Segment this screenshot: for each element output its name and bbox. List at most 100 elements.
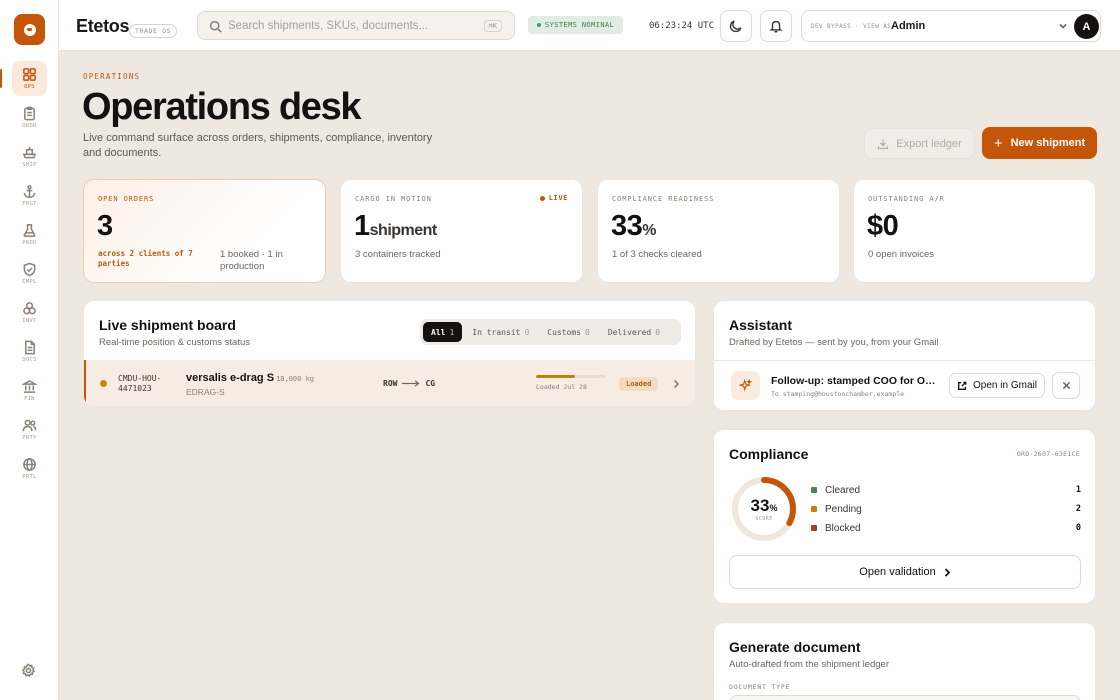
theme-toggle-button[interactable] (720, 10, 752, 42)
brand-logo[interactable] (14, 14, 45, 45)
open-validation-label: Open validation (859, 566, 936, 578)
chevron-right-icon (673, 379, 680, 389)
export-ledger-label: Export ledger (896, 137, 962, 150)
shipment-container-ref: CMDU-HOU-4471023 (118, 374, 162, 393)
legend-swatch (811, 525, 817, 531)
new-shipment-button[interactable]: + New shipment (982, 127, 1097, 159)
open-in-gmail-button[interactable]: Open in Gmail (949, 373, 1045, 398)
compliance-score-number: 33 (750, 496, 770, 515)
tab-in-transit[interactable]: In transit 0 (464, 322, 537, 342)
search-bar[interactable]: ⌘K (197, 11, 515, 40)
new-shipment-label: New shipment (1010, 137, 1086, 149)
ship-icon (22, 146, 37, 159)
kpi-outstanding-ar[interactable]: OUTSTANDING A/R $0 0 open invoices (853, 179, 1096, 283)
clipboard-icon (24, 106, 35, 121)
sidebar-item-shipments[interactable]: SHIP (12, 139, 47, 174)
tab-customs[interactable]: Customs 0 (539, 322, 598, 342)
shipment-progress-fill (536, 375, 575, 378)
kpi-label: COMPLIANCE READINESS (612, 195, 715, 203)
shipment-row[interactable]: CMDU-HOU-4471023 versalis e-drag S 18,000… (84, 360, 695, 406)
sidebar-item-compliance[interactable]: CMPL (12, 256, 47, 291)
shipment-sku-code: EDRAG-S (186, 387, 225, 397)
open-validation-button[interactable]: Open validation (729, 555, 1081, 589)
bell-icon (769, 20, 783, 33)
grid-icon (23, 68, 36, 81)
live-badge-text: LIVE (548, 194, 568, 202)
draft-email-subject[interactable]: Follow-up: stamped COO for ORD-2607-63E1… (771, 375, 941, 387)
legend-swatch (811, 506, 817, 512)
tab-label: In transit (472, 327, 521, 337)
tab-label: Customs (547, 327, 581, 337)
sidebar-item-label: PRTY (22, 435, 37, 441)
kpi-note: 3 containers tracked (355, 249, 441, 260)
sidebar-item-ops[interactable]: OPS (0, 61, 47, 96)
shipment-product: versalis e-drag S 18,000 kg (186, 372, 314, 384)
gear-icon (21, 663, 36, 678)
export-ledger-button[interactable]: Export ledger (864, 128, 975, 159)
board-title: Live shipment board (99, 317, 236, 333)
shipment-product-name: versalis e-drag S (186, 372, 275, 384)
utc-clock: 06:23:24 UTC (649, 21, 715, 31)
kpi-open-orders[interactable]: OPEN ORDERS 3 across 2 clients of 7 part… (83, 179, 326, 283)
sidebar-item-production[interactable]: PROD (12, 217, 47, 252)
route-origin: ROW (383, 379, 398, 388)
tab-all[interactable]: All 1 (423, 322, 463, 342)
page-eyebrow: OPERATIONS (83, 72, 141, 81)
search-input[interactable] (228, 18, 468, 34)
sidebar-item-label: SHIP (22, 162, 37, 168)
shipment-progress-label: Loaded Jul 28 (536, 383, 587, 391)
kpi-value-number: 33 (611, 210, 643, 242)
sidebar-item-label: PROD (22, 240, 37, 246)
notifications-button[interactable] (760, 10, 792, 42)
sidebar-item-freight[interactable]: FRGT (12, 178, 47, 213)
kpi-value: 33% (611, 210, 656, 243)
kpi-label: CARGO IN MOTION (355, 195, 432, 203)
close-icon (1062, 381, 1070, 390)
kpi-value-number: 1 (354, 210, 370, 242)
kpi-cargo-in-motion[interactable]: CARGO IN MOTION LIVE 1shipment 3 contain… (340, 179, 583, 283)
download-icon (878, 139, 889, 149)
settings-button[interactable] (21, 663, 37, 679)
search-icon (209, 20, 222, 33)
tab-count: 1 (449, 327, 455, 337)
sidebar-item-label: OPS (24, 84, 35, 90)
legend-name: Pending (825, 503, 862, 515)
document-type-select[interactable] (729, 695, 1081, 700)
live-badge: LIVE (539, 194, 568, 202)
document-type-label: DOCUMENT TYPE (729, 683, 791, 691)
shipment-filter-tabs: All 1 In transit 0 Customs 0 Delivered 0 (420, 319, 681, 345)
legend-count: 0 (1075, 523, 1081, 533)
tab-delivered[interactable]: Delivered 0 (600, 322, 668, 342)
sidebar-item-label: ORDR (22, 123, 37, 129)
sidebar-item-parties[interactable]: PRTY (12, 412, 47, 447)
sidebar-item-finance[interactable]: FIN (12, 373, 47, 408)
generate-document-subtitle: Auto-drafted from the shipment ledger (729, 659, 890, 670)
kpi-value: 3 (97, 210, 113, 242)
kpi-note-secondary: 1 booked · 1 in production (220, 249, 283, 272)
sidebar-item-orders[interactable]: ORDR (12, 100, 47, 135)
sidebar-item-inventory[interactable]: INVT (12, 295, 47, 330)
tab-count: 0 (655, 327, 661, 337)
shipment-status-dot-icon (100, 380, 107, 387)
sidebar-item-documents[interactable]: DOCS (12, 334, 47, 369)
legend-count: 2 (1075, 504, 1081, 514)
user-prefix: DEV BYPASS · VIEW AS (811, 23, 892, 30)
generate-document-title: Generate document (729, 639, 861, 655)
anchor-icon (23, 185, 36, 198)
dismiss-draft-button[interactable] (1052, 372, 1080, 399)
avatar[interactable]: A (1074, 14, 1099, 39)
page-title: Operations desk (82, 86, 362, 128)
legend-row-cleared: Cleared 1 (811, 483, 1081, 497)
chevron-right-icon (944, 567, 950, 577)
user-switcher[interactable]: DEV BYPASS · VIEW AS Admin A (801, 10, 1101, 42)
kpi-compliance-readiness[interactable]: COMPLIANCE READINESS 33% 1 of 3 checks c… (597, 179, 840, 283)
brand-tag: TRADE OS (129, 24, 178, 38)
sidebar-item-portal[interactable]: PRTL (12, 451, 47, 486)
search-shortcut: ⌘K (483, 20, 502, 32)
kpi-label: OUTSTANDING A/R (868, 195, 945, 203)
flask-icon (23, 224, 36, 237)
logo-mark-icon (23, 23, 36, 36)
external-link-icon (958, 381, 967, 390)
divider (714, 360, 1095, 361)
shipment-weight: 18,000 kg (276, 375, 314, 383)
